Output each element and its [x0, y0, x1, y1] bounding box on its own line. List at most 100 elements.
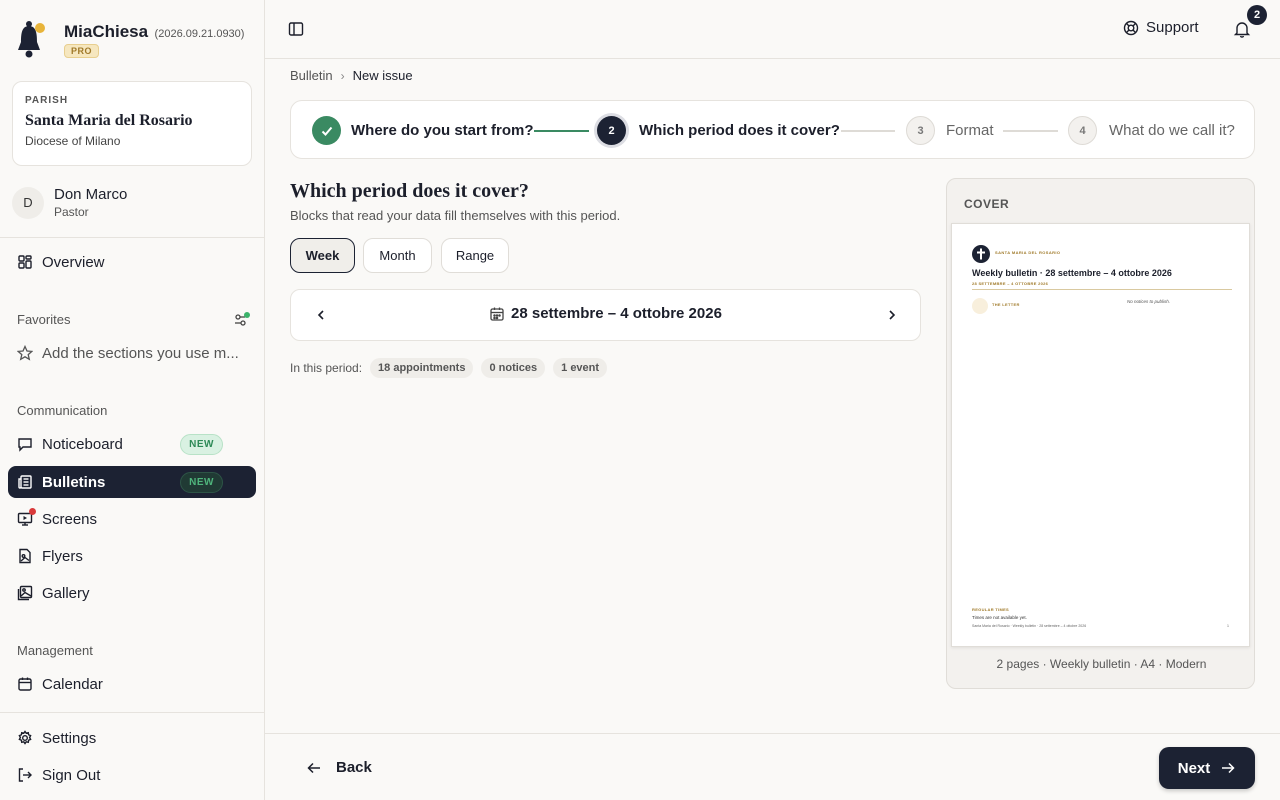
- calendar-icon: [17, 676, 33, 692]
- new-badge: NEW: [180, 433, 223, 455]
- breadcrumb-bulletin-link[interactable]: Bulletin: [290, 68, 333, 83]
- period-type-week[interactable]: Week: [290, 238, 355, 273]
- nav-flyers[interactable]: Flyers: [8, 540, 256, 572]
- next-period-chevron-icon[interactable]: [885, 308, 899, 322]
- nav-settings[interactable]: Settings: [8, 722, 256, 754]
- step-4-label[interactable]: What do we call it?: [1109, 122, 1235, 139]
- notification-count-badge: 2: [1247, 5, 1267, 25]
- message-icon: [17, 436, 33, 452]
- previous-period-chevron-icon[interactable]: [314, 308, 328, 322]
- customize-favorites-icon[interactable]: [233, 311, 251, 327]
- step-2-label[interactable]: Which period does it cover?: [639, 122, 840, 139]
- nav-screens[interactable]: Screens: [8, 503, 256, 535]
- stat-appointments: 18 appointments: [370, 358, 474, 378]
- nav-settings-label: Settings: [42, 729, 97, 747]
- plan-badge: PRO: [64, 44, 100, 58]
- sidebar-toggle-icon[interactable]: [288, 21, 304, 37]
- back-button[interactable]: Back: [306, 759, 372, 776]
- nav-screens-label: Screens: [42, 510, 98, 528]
- avatar: D: [12, 186, 44, 219]
- user-name: Don Marco: [54, 186, 128, 203]
- nav-signout[interactable]: Sign Out: [8, 759, 256, 791]
- bell-logo-icon: [16, 18, 50, 62]
- communication-label: Communication: [17, 403, 108, 418]
- divider: [0, 712, 264, 713]
- nav-overview[interactable]: Overview: [8, 246, 256, 278]
- page-subtitle: Blocks that read your data fill themselv…: [290, 208, 621, 223]
- preview-notices: No notices to publish.: [1127, 299, 1171, 304]
- next-label: Next: [1177, 759, 1211, 777]
- nav-noticeboard[interactable]: Noticeboard NEW: [8, 428, 256, 460]
- step-4-number[interactable]: 4: [1068, 116, 1097, 145]
- support-label: Support: [1146, 19, 1199, 36]
- period-type-month[interactable]: Month: [363, 238, 432, 273]
- arrow-right-icon: [1220, 760, 1236, 776]
- brand[interactable]: MiaChiesa (2026.09.21.0930) PRO: [16, 18, 244, 62]
- calendar-icon: [489, 306, 505, 322]
- period-range[interactable]: 28 settembre – 4 ottobre 2026: [489, 305, 722, 322]
- divider: [0, 237, 264, 238]
- preview-parish: SANTA MARIA DEL ROSARIO: [995, 250, 1061, 255]
- step-3-label[interactable]: Format: [946, 122, 994, 139]
- letter-icon: [972, 298, 988, 314]
- nav-noticeboard-label: Noticeboard: [42, 435, 123, 453]
- user-profile[interactable]: D Don Marco Pastor: [12, 186, 127, 219]
- cover-page-preview[interactable]: SANTA MARIA DEL ROSARIO Weekly bulletin …: [951, 223, 1250, 647]
- favorites-hint[interactable]: Add the sections you use m...: [8, 337, 256, 369]
- support-button[interactable]: Support: [1123, 19, 1199, 36]
- nav-bulletins[interactable]: Bulletins NEW: [8, 466, 256, 498]
- step-connector: [534, 130, 589, 132]
- period-type-range[interactable]: Range: [441, 238, 509, 273]
- step-1-check-icon[interactable]: [312, 116, 341, 145]
- parish-diocese: Diocese of Milano: [25, 134, 121, 148]
- step-3-number[interactable]: 3: [906, 116, 935, 145]
- next-button[interactable]: Next: [1159, 747, 1255, 789]
- brand-name: MiaChiesa (2026.09.21.0930): [64, 22, 244, 42]
- new-badge: NEW: [180, 471, 223, 493]
- grid-icon: [17, 254, 33, 270]
- nav-calendar[interactable]: Calendar: [8, 668, 256, 700]
- preview-title: Weekly bulletin · 28 settembre – 4 ottob…: [972, 268, 1172, 278]
- preview-letter-heading: THE LETTER: [992, 302, 1020, 307]
- cover-title: COVER: [964, 197, 1010, 211]
- step-1-label[interactable]: Where do you start from?: [351, 122, 534, 139]
- nav-signout-label: Sign Out: [42, 766, 101, 784]
- preview-regular-times-heading: REGULAR TIMES: [972, 607, 1010, 612]
- stats-label: In this period:: [290, 361, 363, 375]
- newspaper-icon: [17, 474, 33, 490]
- step-connector: [1003, 130, 1058, 132]
- step-connector: [841, 130, 895, 132]
- management-label: Management: [17, 643, 93, 658]
- stat-events: 1 event: [553, 358, 608, 378]
- notifications-bell-icon[interactable]: [1233, 20, 1251, 38]
- preview-footer: Santa Maria del Rosario · Weekly bulleti…: [972, 624, 1087, 628]
- parish-card[interactable]: PARISH Santa Maria del Rosario Diocese o…: [12, 81, 252, 166]
- cover-preview-panel: COVER SANTA MARIA DEL ROSARIO Weekly bul…: [946, 178, 1255, 689]
- nav-flyers-label: Flyers: [42, 547, 83, 565]
- file-image-icon: [17, 548, 33, 564]
- stepper: Where do you start from? 2 Which period …: [290, 100, 1255, 159]
- nav-bulletins-label: Bulletins: [42, 473, 106, 491]
- breadcrumb-current: New issue: [352, 68, 413, 83]
- step-2-number[interactable]: 2: [597, 116, 626, 145]
- monitor-icon: [17, 508, 36, 527]
- wizard-footer: Back Next: [265, 733, 1280, 800]
- preview-times-text: Times are not available yet.: [972, 615, 1027, 620]
- user-role: Pastor: [54, 205, 89, 219]
- preview-page-number: 1: [1227, 624, 1229, 628]
- period-selector: 28 settembre – 4 ottobre 2026: [290, 289, 921, 341]
- favorites-hint-label: Add the sections you use m...: [42, 344, 239, 362]
- cover-meta: 2 pages · Weekly bulletin · A4 · Modern: [996, 657, 1207, 671]
- gear-icon: [17, 730, 33, 746]
- period-range-label: 28 settembre – 4 ottobre 2026: [511, 305, 722, 322]
- sidebar: MiaChiesa (2026.09.21.0930) PRO PARISH S…: [0, 0, 265, 800]
- stat-notices: 0 notices: [481, 358, 546, 378]
- nav-gallery[interactable]: Gallery: [8, 577, 256, 609]
- alert-dot: [29, 508, 36, 515]
- star-icon: [17, 345, 33, 361]
- nav-overview-label: Overview: [42, 253, 105, 271]
- breadcrumb: Bulletin › New issue: [290, 68, 413, 83]
- favorites-label: Favorites: [17, 312, 71, 327]
- arrow-left-icon: [306, 760, 322, 776]
- cross-logo-icon: [972, 245, 990, 263]
